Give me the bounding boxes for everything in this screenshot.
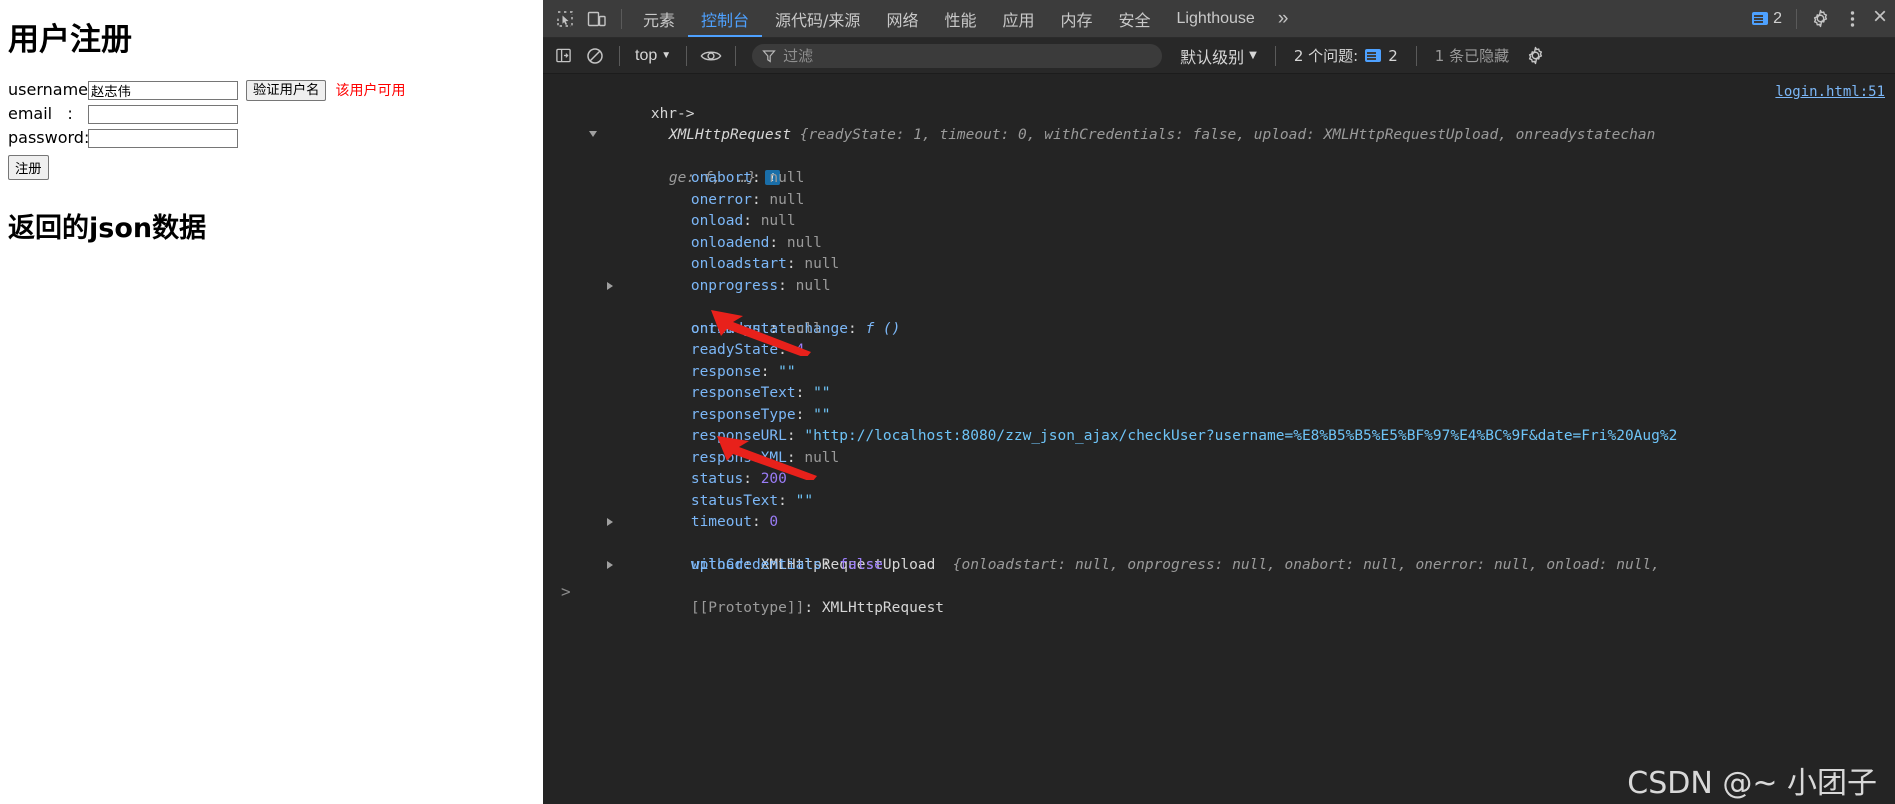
prop-ontimeout: ontimeout: null [690,320,822,337]
prop-responseURL: responseURL: "http://localhost:8080/zzw_… [690,428,1678,444]
more-tabs-icon[interactable]: » [1268,8,1297,30]
username-input[interactable] [88,80,238,100]
prop-responseXML: responseXML: null [690,449,840,466]
issues-counter-button[interactable]: 2 [1746,10,1788,28]
expand-onreadystatechange-triangle-icon[interactable] [607,281,613,290]
console-prompt[interactable]: > [561,581,571,603]
verify-username-button[interactable]: 验证用户名 [246,79,327,101]
issues-summary[interactable]: 2 个问题: 2 [1284,45,1408,66]
console-sidebar-toggle-icon[interactable] [547,41,579,71]
prop-onprogress: onprogress: null [690,277,831,294]
close-devtools-icon[interactable]: × [1869,5,1895,32]
issues-summary-label: 2 个问题: [1293,47,1359,65]
prop-onerror: onerror: null [690,191,805,208]
execution-context-selector[interactable]: top ▼ [628,47,678,65]
tab-performance[interactable]: 性能 [931,0,989,37]
register-submit-button[interactable]: 注册 [8,155,49,181]
tab-lighthouse[interactable]: Lighthouse [1164,0,1268,37]
form-row-email: email : [8,103,543,125]
issues-message-icon [1365,49,1382,62]
tab-application[interactable]: 应用 [989,0,1047,37]
console-filter-placeholder: 过滤 [783,47,814,65]
console-prompt-caret: > [561,582,571,601]
tab-elements[interactable]: 元素 [630,0,688,37]
filterbar-divider-3 [735,45,737,66]
prop-upload: upload: XMLHttpRequestUpload {onloadstar… [543,512,1895,573]
prop-withCredentials: withCredentials: false [690,557,883,573]
prop-onreadystatechange: onreadystatechange: f () [543,276,1895,337]
tab-console[interactable]: 控制台 [688,0,762,37]
expand-object-triangle-icon[interactable] [589,131,597,137]
console-object-head: XMLHttpRequest {readyState: 1, timeout: … [543,104,1895,143]
filterbar-divider-2 [686,45,688,66]
tab-network[interactable]: 网络 [873,0,931,37]
email-label: email : [8,104,73,124]
console-line-log: xhr-> [543,82,1895,122]
password-input[interactable] [88,128,238,148]
chevron-down-icon-level: ▼ [1249,50,1257,61]
csdn-watermark: CSDN @~ 小团子 [1627,765,1877,801]
message-icon [1752,12,1769,25]
prop-readyState: readyState: 4 [690,342,805,358]
log-level-selector[interactable]: 默认级别 ▼ [1170,44,1267,68]
username-availability-hint: 该用户可用 [335,83,406,100]
clear-console-icon[interactable] [579,41,611,71]
console-settings-gear-icon[interactable] [1519,41,1551,71]
prop-status: status: 200 [690,471,787,487]
prop-onloadend: onloadend: null [690,234,822,251]
filterbar-divider-4 [1274,45,1276,66]
password-label: password: [8,128,90,148]
tabbar-divider-2 [1795,8,1797,29]
tab-security[interactable]: 安全 [1106,0,1164,37]
expand-upload-triangle-icon[interactable] [607,518,613,526]
console-filter-toolbar: top ▼ 过滤 默认级别 ▼ 2 个问题: 2 1 条已隐藏 [543,38,1895,74]
prop-responseText: responseText: "" [690,385,831,401]
execution-context-label: top [635,46,658,64]
filterbar-divider-5 [1415,45,1417,66]
form-row-username: username: 验证用户名 该用户可用 [8,79,543,101]
registration-form: username: 验证用户名 该用户可用 email : password: … [8,79,543,181]
prop-responseType: responseType: "" [690,406,831,423]
prop-onload: onload: null [690,213,796,229]
prop-response: response: "" [690,363,796,380]
live-expression-eye-icon[interactable] [695,41,727,71]
settings-gear-icon[interactable] [1805,4,1837,34]
issues-counter-value: 2 [1773,9,1782,27]
email-input[interactable] [88,104,238,124]
device-toolbar-icon[interactable] [581,4,613,34]
filterbar-divider-1 [619,45,620,66]
browser-page-pane: 用户注册 username: 验证用户名 该用户可用 email : passw… [0,0,543,804]
prop-onabort: onabort: null [690,170,805,186]
json-result-heading: 返回的json数据 [8,213,207,245]
devtools-tabbar: 元素 控制台 源代码/来源 网络 性能 应用 内存 安全 Lighthouse … [543,0,1895,38]
prop-timeout: timeout: 0 [690,514,779,530]
devtools-menu-icon[interactable] [1837,4,1869,34]
console-filter-input[interactable]: 过滤 [752,43,1163,68]
page-title: 用户注册 [8,22,132,58]
hidden-messages-label[interactable]: 1 条已隐藏 [1425,45,1519,66]
console-object-head-cont: ge: f, …} i [543,125,1895,186]
screenshot-root: 用户注册 username: 验证用户名 该用户可用 email : passw… [0,0,1895,804]
prop-name-prototype: [[Prototype]] [690,600,805,616]
devtools-panel: 元素 控制台 源代码/来源 网络 性能 应用 内存 安全 Lighthouse … [543,0,1895,804]
log-level-label: 默认级别 [1180,47,1245,67]
tab-memory[interactable]: 内存 [1047,0,1105,37]
prop-prototype: [[Prototype]]: XMLHttpRequest [543,555,1895,616]
inspect-element-icon[interactable] [549,4,581,34]
console-output[interactable]: login.html:51 xhr-> XMLHttpRequest {read… [543,74,1895,804]
tab-sources[interactable]: 源代码/来源 [762,0,873,37]
form-row-password: password: [8,127,543,149]
toolbar-divider [621,8,622,29]
expand-prototype-triangle-icon[interactable] [607,561,613,569]
prop-value-prototype: XMLHttpRequest [821,600,945,616]
prop-statusText: statusText: "" [690,492,814,509]
username-label: username: [8,80,94,100]
prop-onloadstart: onloadstart: null [690,256,840,272]
chevron-down-icon: ▼ [661,50,672,61]
filter-funnel-icon [762,49,776,63]
issues-summary-count: 2 [1388,46,1398,65]
